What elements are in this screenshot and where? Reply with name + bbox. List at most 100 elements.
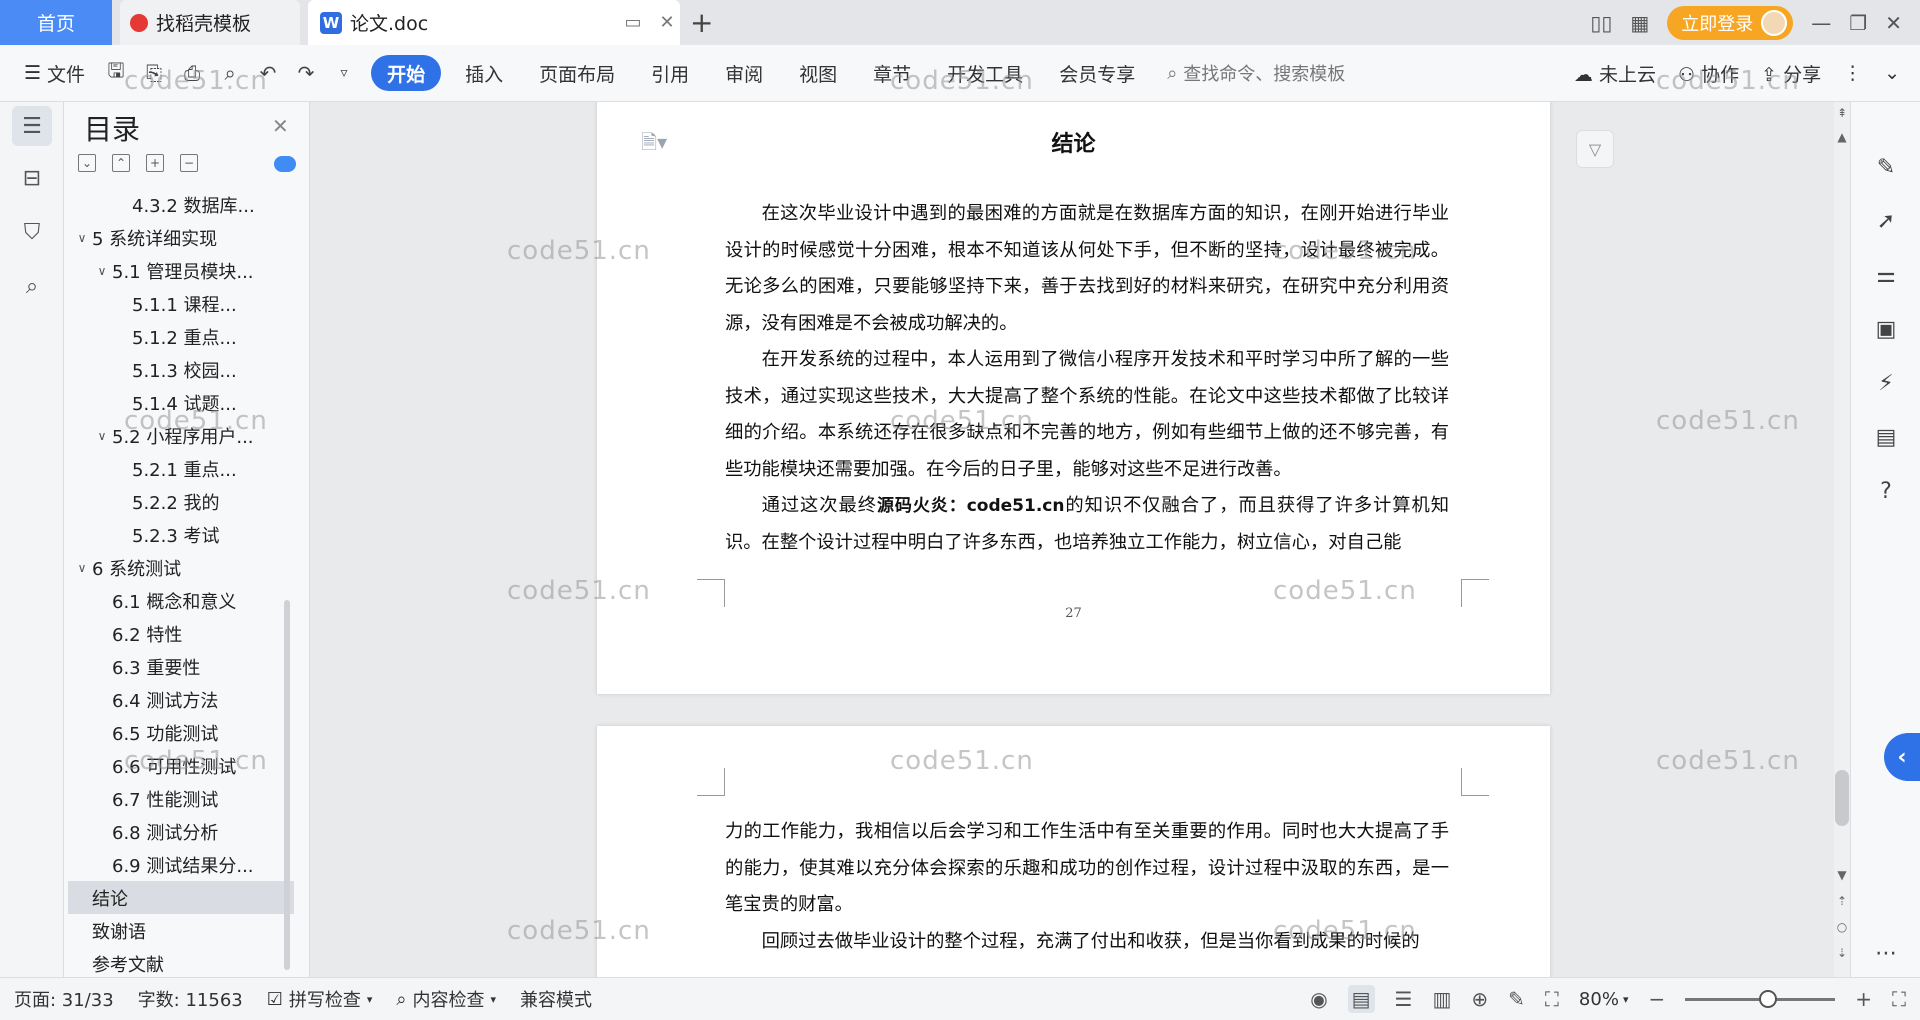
quick-access-dropdown-icon[interactable]: ▿ [325, 65, 363, 81]
more-icon[interactable]: ⋮ [1843, 62, 1862, 84]
word-count[interactable]: 字数: 11563 [126, 986, 255, 1012]
login-button[interactable]: 立即登录 [1667, 5, 1794, 40]
minimize-icon[interactable]: — [1811, 11, 1831, 35]
redo-icon[interactable]: ↷ [287, 61, 325, 85]
toc-item[interactable]: 5.1.4 试题... [68, 386, 294, 419]
filter-icon[interactable]: ▽ [1576, 130, 1614, 168]
collapse-all-icon[interactable]: − [180, 154, 198, 172]
toc-item[interactable]: 6.7 性能测试 [68, 782, 294, 815]
chevron-down-icon[interactable]: ▾ [1623, 993, 1629, 1006]
zoom-out-icon[interactable]: − [1648, 987, 1665, 1011]
menu-insert[interactable]: 插入 [453, 55, 515, 91]
tab-find-template[interactable]: 找稻壳模板 [120, 0, 300, 45]
command-search[interactable]: ⌕ 查找命令、搜索模板 [1167, 60, 1345, 86]
menu-page-layout[interactable]: 页面布局 [527, 55, 627, 91]
toc-item[interactable]: 致谢语 [68, 914, 294, 947]
toc-item[interactable]: 参考文献 [68, 947, 294, 975]
chevron-down-icon[interactable]: ∨ [92, 429, 112, 443]
scroll-up-icon[interactable]: ▲ [1834, 130, 1850, 144]
toc-item[interactable]: ∨ 5.2 小程序用户... [68, 419, 294, 452]
menu-references[interactable]: 引用 [639, 55, 701, 91]
toc-item[interactable]: 6.9 测试结果分... [68, 848, 294, 881]
share-button[interactable]: ⇪ 分享 [1761, 60, 1821, 87]
menu-chapter[interactable]: 章节 [861, 55, 923, 91]
image-tool-icon[interactable]: ▣ [1867, 310, 1905, 348]
spellcheck-button[interactable]: ☑ 拼写检查 ▾ [255, 986, 385, 1012]
toc-item[interactable]: 5.1.1 课程... [68, 287, 294, 320]
print-icon[interactable]: ⎙ [173, 61, 211, 85]
web-view-icon[interactable]: ⊕ [1471, 987, 1488, 1011]
monitor-icon[interactable]: ▭ [620, 12, 646, 33]
find-icon[interactable]: ⌕ [12, 266, 52, 306]
collapse-up-icon[interactable]: ⌃ [112, 154, 130, 172]
toc-item[interactable]: 6.3 重要性 [68, 650, 294, 683]
toc-item[interactable]: 6.1 概念和意义 [68, 584, 294, 617]
toc-item[interactable]: 6.5 功能测试 [68, 716, 294, 749]
chevron-down-icon[interactable]: ∨ [92, 264, 112, 278]
toc-item[interactable]: 6.2 特性 [68, 617, 294, 650]
expand-all-icon[interactable]: + [146, 154, 164, 172]
toc-item[interactable]: ∨ 5.1 管理员模块... [68, 254, 294, 287]
adjust-icon[interactable]: ⚌ [1867, 256, 1905, 294]
outline-view-icon[interactable]: ☰ [1395, 987, 1413, 1011]
tab-home[interactable]: 首页 [0, 0, 112, 45]
toc-item[interactable]: 5.2.2 我的 [68, 485, 294, 518]
zoom-in-icon[interactable]: + [1855, 987, 1872, 1011]
ai-assistant-icon[interactable]: ⚡ [1867, 364, 1905, 402]
cursor-icon[interactable]: ➚ [1867, 202, 1905, 240]
close-icon[interactable]: ✕ [272, 114, 289, 138]
zoom-level[interactable]: 80% [1579, 989, 1619, 1010]
vertical-scrollbar[interactable] [1834, 102, 1850, 977]
scroll-down-icon[interactable]: ▼ [1834, 868, 1850, 882]
menu-start[interactable]: 开始 [371, 55, 442, 91]
toc-item[interactable]: 6.8 测试分析 [68, 815, 294, 848]
next-page-icon[interactable]: ⇣ [1834, 946, 1850, 960]
book-search-icon[interactable]: ▤ [1867, 418, 1905, 456]
tab-document[interactable]: W 论文.doc ▭ ✕ [308, 0, 680, 45]
toc-item[interactable]: 5.1.2 重点... [68, 320, 294, 353]
help-icon[interactable]: ? [1867, 472, 1905, 510]
chapter-nav-icon[interactable]: ⊟ [12, 158, 52, 198]
apps-grid-icon[interactable]: ▦ [1630, 11, 1649, 35]
fit-page-icon[interactable]: ⛶ [1545, 987, 1559, 1011]
page-indicator[interactable]: 页面: 31/33 [0, 986, 126, 1012]
collaborate-button[interactable]: ⚇ 协作 [1678, 60, 1739, 87]
content-check-button[interactable]: ⌕ 内容检查 ▾ [384, 986, 508, 1012]
menu-review[interactable]: 审阅 [713, 55, 775, 91]
chevron-down-icon[interactable]: ∨ [72, 561, 92, 575]
page-view-icon[interactable]: ▤ [1347, 985, 1375, 1013]
toc-item[interactable]: 5.1.3 校园... [68, 353, 294, 386]
chevron-down-icon[interactable]: ∨ [72, 231, 92, 245]
cloud-status-button[interactable]: ☁ 未上云 [1574, 60, 1656, 87]
toc-item[interactable]: 6.6 可用性测试 [68, 749, 294, 782]
menu-member[interactable]: 会员专享 [1047, 55, 1147, 91]
toc-panel-icon[interactable]: ☰ [12, 106, 52, 146]
prev-page-icon[interactable]: ⇡ [1834, 894, 1850, 908]
zoom-slider-knob[interactable] [1759, 989, 1778, 1008]
export-icon[interactable]: ⎘ [135, 61, 173, 85]
select-browse-icon[interactable]: ○ [1834, 920, 1850, 934]
toc-item[interactable]: ∨ 5 系统详细实现 [68, 221, 294, 254]
reading-layout-icon[interactable]: ▯▯ [1590, 11, 1612, 35]
eye-protect-icon[interactable]: ◉ [1310, 987, 1327, 1011]
file-menu[interactable]: ☰ 文件 [12, 55, 97, 91]
scroll-top-icon[interactable]: ⇞ [1834, 106, 1850, 120]
toc-item[interactable]: 5.2.1 重点... [68, 452, 294, 485]
collapse-ribbon-icon[interactable]: ⌄ [1884, 62, 1900, 84]
new-tab-button[interactable]: + [690, 6, 713, 39]
menu-view[interactable]: 视图 [787, 55, 849, 91]
zoom-slider[interactable] [1685, 989, 1836, 1008]
expand-down-icon[interactable]: ⌄ [78, 154, 96, 172]
edit-view-icon[interactable]: ✎ [1508, 987, 1525, 1011]
menu-developer[interactable]: 开发工具 [935, 55, 1035, 91]
restore-icon[interactable]: ❐ [1849, 11, 1867, 35]
undo-icon[interactable]: ↶ [249, 61, 287, 85]
toc-scrollbar[interactable] [284, 600, 290, 970]
toc-item[interactable]: ∨ 6 系统测试 [68, 551, 294, 584]
toc-item[interactable]: 4.3.2 数据库... [68, 188, 294, 221]
reading-view-icon[interactable]: ▥ [1432, 987, 1451, 1011]
close-window-icon[interactable]: ✕ [1885, 11, 1902, 35]
more-tools-icon[interactable]: ⋯ [1867, 934, 1905, 972]
fullscreen-icon[interactable]: ⛶ [1892, 987, 1906, 1011]
scrollbar-thumb[interactable] [1835, 770, 1849, 826]
